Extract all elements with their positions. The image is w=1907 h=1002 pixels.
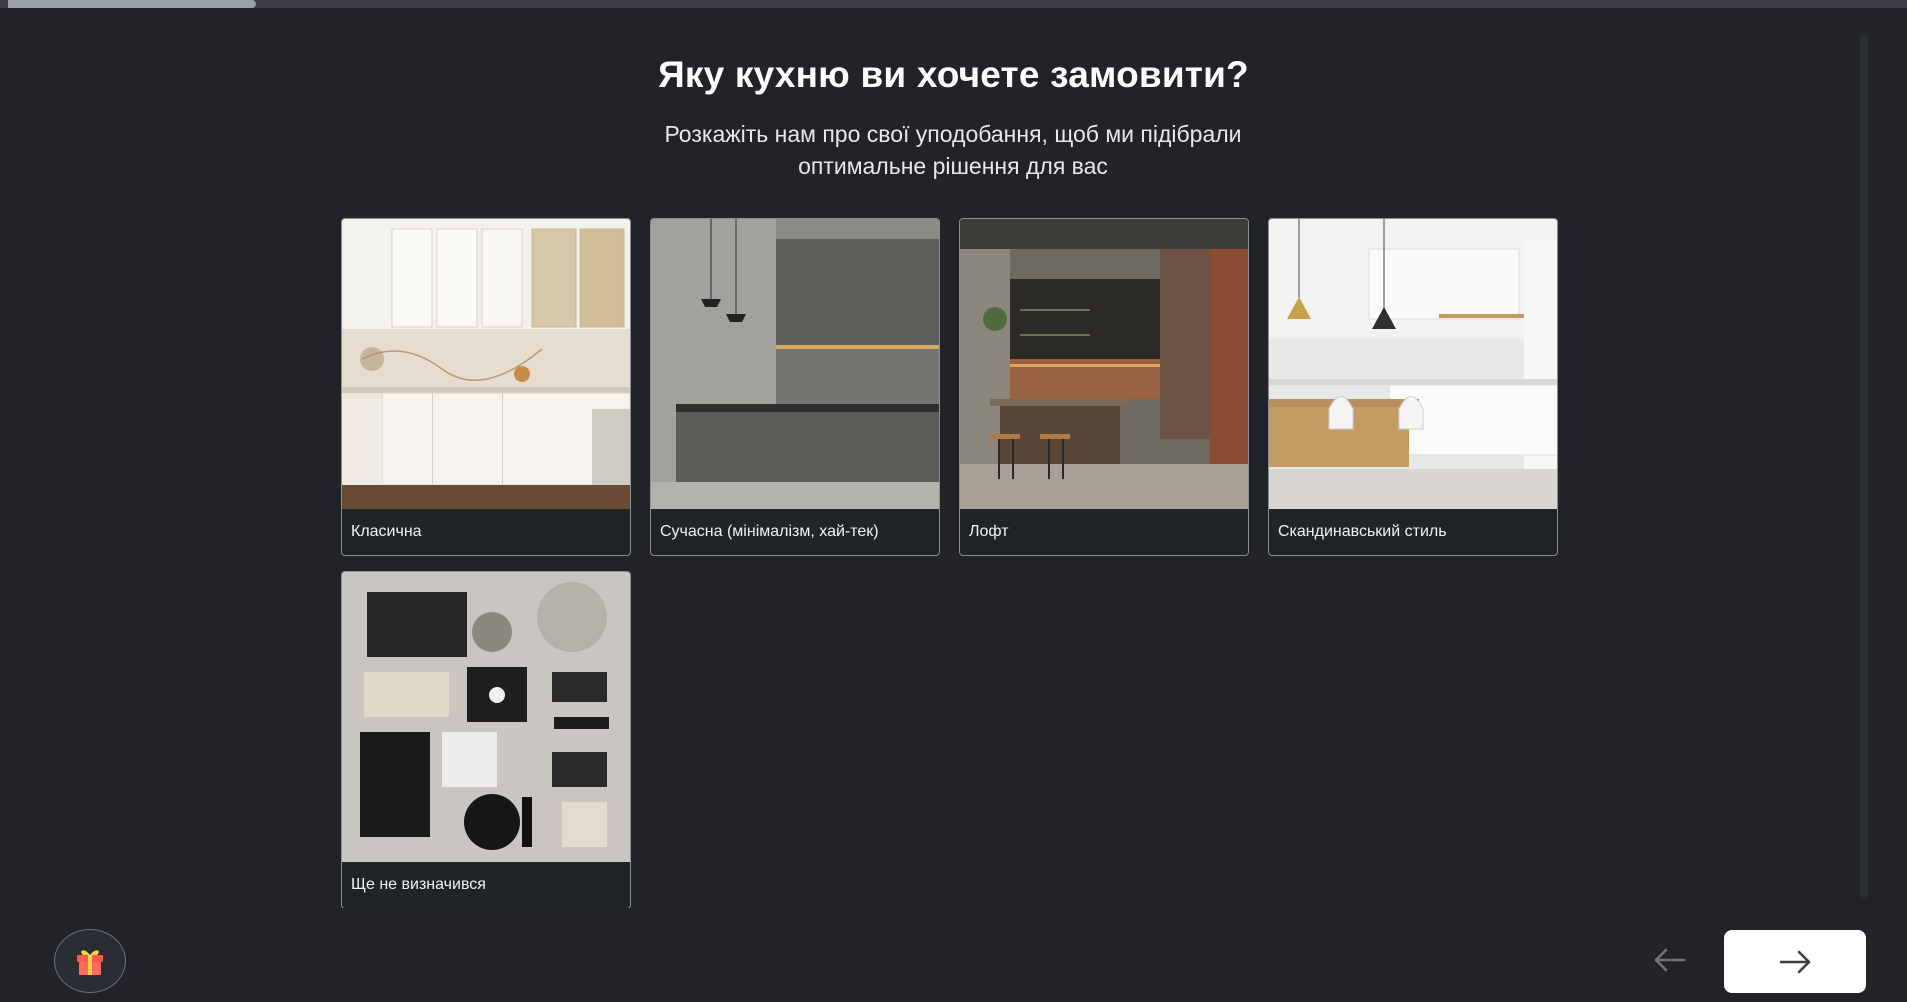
page-subtitle: Розкажіть нам про свої уподобання, щоб м… <box>653 118 1253 182</box>
subtitle-line-1: Розкажіть нам про свої уподобання, щоб м… <box>664 121 1242 147</box>
progress-bar-fill <box>8 0 256 8</box>
modern-kitchen-photo <box>651 219 939 509</box>
page-title: Яку кухню ви хочете замовити? <box>658 54 1249 95</box>
option-label: Лофт <box>969 523 1009 540</box>
option-label: Сучасна (мінімалізм, хай-тек) <box>660 523 879 540</box>
option-label: Класична <box>351 523 422 540</box>
subtitle-line-2: оптимальне рішення для вас <box>798 153 1108 179</box>
material-samples-photo <box>342 572 630 862</box>
scrollbar[interactable] <box>1860 34 1868 900</box>
progress-bar <box>0 0 1907 8</box>
option-card-modern[interactable]: Сучасна (мінімалізм, хай-тек) <box>650 218 940 556</box>
option-label: Скандинавський стиль <box>1278 523 1447 540</box>
option-card-undecided[interactable]: Ще не визначився <box>341 571 631 908</box>
option-card-loft[interactable]: Лофт <box>959 218 1249 556</box>
option-card-classic[interactable]: Класична <box>341 218 631 556</box>
next-button[interactable] <box>1724 930 1866 993</box>
kitchen-style-options: Класична Сучасна (мінімалізм, хай-тек) Л… <box>341 218 1564 908</box>
option-label: Ще не визначився <box>351 876 486 893</box>
loft-kitchen-photo <box>960 219 1248 509</box>
arrow-left-icon <box>1654 948 1686 972</box>
gift-icon <box>77 950 103 975</box>
option-card-scandinavian[interactable]: Скандинавський стиль <box>1268 218 1558 556</box>
arrow-right-icon <box>1779 950 1811 973</box>
scandinavian-kitchen-photo <box>1269 219 1557 509</box>
gift-button[interactable] <box>54 929 126 993</box>
classic-kitchen-photo <box>342 219 630 509</box>
back-button[interactable] <box>1650 944 1690 976</box>
